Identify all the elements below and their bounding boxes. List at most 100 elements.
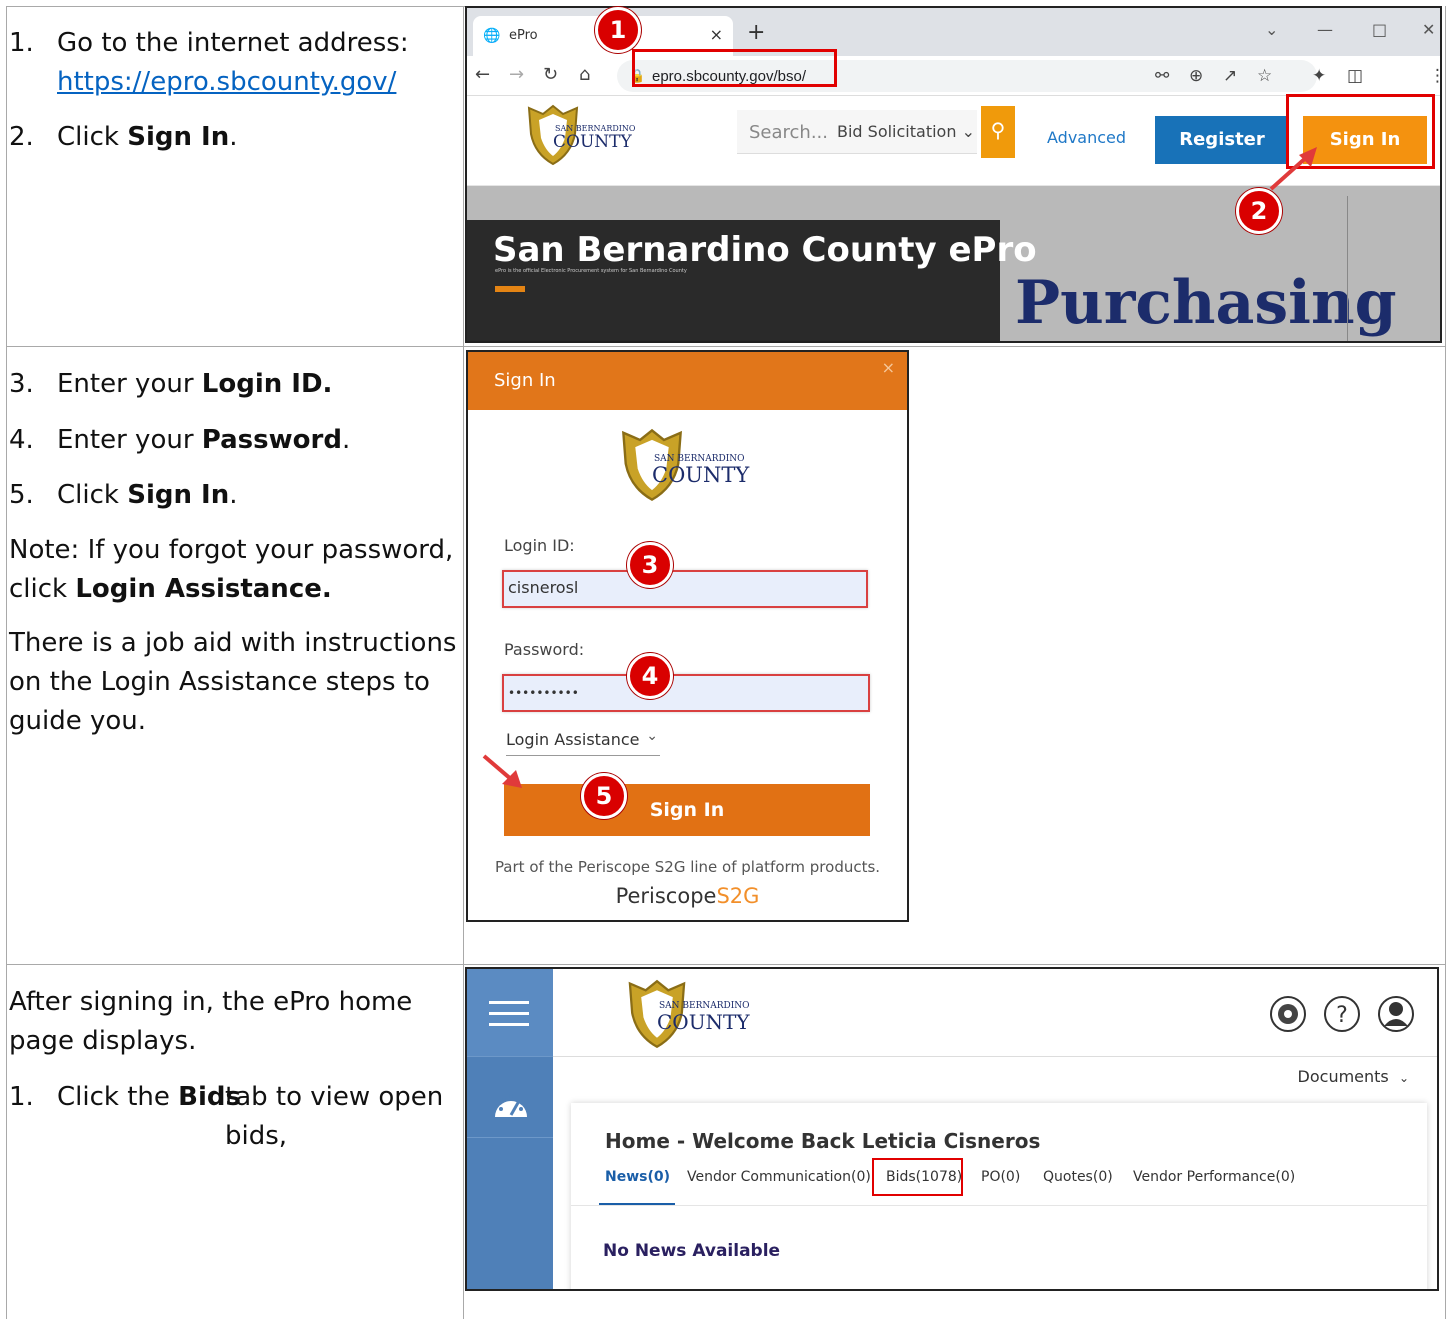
search-icon[interactable]: ⚲ bbox=[981, 106, 1015, 158]
step-2-row1: 2. Click Sign In. bbox=[9, 118, 237, 157]
epro-home-screenshot: SAN BERNARDINO COUNTY ? Documents ⌄ Home… bbox=[465, 967, 1439, 1291]
step-punct: . bbox=[341, 425, 351, 455]
step-text: tab to view open bids, bbox=[225, 1082, 444, 1151]
address-bar: ← → ↻ ⌂ 🔒 epro.sbcounty.gov/bso/ ⚯ ⊕ ↗ ☆… bbox=[467, 56, 1440, 96]
home-top-bar: SAN BERNARDINO COUNTY ? bbox=[553, 969, 1437, 1057]
url-highlight-box bbox=[632, 49, 837, 87]
table-border-left bbox=[6, 6, 7, 1319]
step-text: Enter your bbox=[57, 369, 202, 399]
step-1-row1: 1. Go to the internet address: bbox=[9, 24, 409, 63]
zoom-icon[interactable]: ⊕ bbox=[1189, 66, 1203, 86]
step-number: 5. bbox=[9, 480, 34, 510]
note-bold: Login Assistance. bbox=[75, 574, 332, 604]
login-id-field[interactable]: cisnerosl bbox=[502, 570, 868, 608]
tab-vendor-performance[interactable]: Vendor Performance(0) bbox=[1133, 1169, 1295, 1185]
page-title: Home - Welcome Back Leticia Cisneros bbox=[605, 1129, 1041, 1153]
user-avatar-icon[interactable] bbox=[1377, 995, 1415, 1033]
tabs-divider bbox=[571, 1205, 1427, 1206]
table-row-divider-2 bbox=[6, 964, 1446, 965]
chevron-down-icon: ⌄ bbox=[646, 728, 658, 744]
sidebar-divider bbox=[467, 1137, 553, 1138]
step-punct: . bbox=[229, 122, 238, 152]
hero-banner: San Bernardino County ePro ePro is the o… bbox=[467, 186, 1440, 341]
help-icon[interactable]: ? bbox=[1323, 995, 1361, 1033]
extensions-icon[interactable]: ✦ bbox=[1312, 66, 1326, 86]
periscope-brand-1: Periscope bbox=[615, 884, 717, 908]
step-bold: Login ID. bbox=[201, 369, 333, 399]
search-field[interactable]: Search... Bid Solicitation ⌄ bbox=[737, 110, 977, 154]
tab-news[interactable]: News(0) bbox=[605, 1169, 670, 1185]
login-assistance-label: Login Assistance bbox=[506, 730, 640, 749]
logo-big-text: COUNTY bbox=[657, 1010, 750, 1034]
step-number: 4. bbox=[9, 425, 34, 455]
marker-1: 1 bbox=[595, 7, 641, 53]
dashboard-gauge-icon[interactable] bbox=[491, 1087, 531, 1121]
back-icon[interactable]: ← bbox=[475, 64, 490, 85]
hero-title: San Bernardino County ePro bbox=[493, 230, 1037, 270]
hero-subtitle: ePro is the official Electronic Procurem… bbox=[495, 268, 687, 274]
globe-icon: 🌐 bbox=[483, 28, 501, 44]
hero-divider bbox=[1347, 196, 1348, 341]
step-bold: Sign In bbox=[127, 122, 230, 152]
table-row-divider-1 bbox=[6, 346, 1446, 347]
home-intro-paragraph: After signing in, the ePro home page dis… bbox=[9, 987, 413, 1056]
hero-purchasing-text: Purchasing bbox=[1015, 268, 1397, 338]
bookmark-star-icon[interactable]: ☆ bbox=[1257, 66, 1272, 86]
close-icon[interactable]: × bbox=[882, 358, 895, 377]
step-number: 1. bbox=[9, 28, 34, 58]
login-assistance-dropdown[interactable]: Login Assistance ⌄ bbox=[506, 728, 660, 756]
marker-5: 5 bbox=[581, 773, 627, 819]
tab-po[interactable]: PO(0) bbox=[981, 1169, 1020, 1185]
search-placeholder: Search... bbox=[749, 122, 829, 143]
step-number: 1. bbox=[9, 1082, 34, 1112]
password-field[interactable]: •••••••••• bbox=[502, 674, 870, 712]
county-logo: SAN BERNARDINO COUNTY bbox=[618, 428, 758, 504]
step-number: 2. bbox=[9, 122, 34, 152]
tab-quotes[interactable]: Quotes(0) bbox=[1043, 1169, 1113, 1185]
step-punct: . bbox=[229, 480, 238, 510]
modal-sign-in-button[interactable]: Sign In bbox=[504, 784, 870, 836]
epro-link[interactable]: https://epro.sbcounty.gov/ bbox=[57, 67, 396, 97]
tab-close-icon[interactable]: × bbox=[710, 25, 723, 44]
tab-title: ePro bbox=[509, 28, 538, 43]
hero-learn-more-button[interactable] bbox=[495, 286, 525, 292]
gear-icon[interactable] bbox=[1269, 995, 1307, 1033]
tab-vendor-communication[interactable]: Vendor Communication(0) bbox=[687, 1169, 871, 1185]
marker-3: 3 bbox=[627, 542, 673, 588]
login-id-label: Login ID: bbox=[504, 536, 575, 555]
share-icon[interactable]: ↗ bbox=[1223, 66, 1237, 86]
marker-4: 4 bbox=[627, 653, 673, 699]
documents-dropdown[interactable]: Documents ⌄ bbox=[1298, 1067, 1409, 1086]
step-text: Click bbox=[57, 122, 128, 152]
close-window-icon[interactable]: ✕ bbox=[1422, 20, 1435, 39]
forward-icon[interactable]: → bbox=[509, 64, 524, 85]
reload-icon[interactable]: ↻ bbox=[543, 64, 558, 85]
no-news-message: No News Available bbox=[603, 1241, 781, 1261]
county-logo: SAN BERNARDINO COUNTY bbox=[525, 104, 645, 166]
logo-big-text: COUNTY bbox=[553, 132, 632, 152]
hamburger-menu-icon[interactable] bbox=[489, 1001, 529, 1027]
tab-list-chevron-icon[interactable]: ⌄ bbox=[1265, 20, 1278, 39]
menu-dots-icon[interactable]: ⋮ bbox=[1429, 66, 1440, 86]
sidebar-top bbox=[467, 969, 553, 1057]
home-icon[interactable]: ⌂ bbox=[579, 64, 590, 85]
key-icon[interactable]: ⚯ bbox=[1155, 66, 1169, 86]
side-panel-icon[interactable]: ◫ bbox=[1347, 66, 1363, 86]
step-text: Click bbox=[57, 480, 128, 510]
table-border-right bbox=[1445, 6, 1446, 1319]
county-logo: SAN BERNARDINO COUNTY bbox=[625, 979, 765, 1051]
step-text: Enter your bbox=[57, 425, 202, 455]
maximize-icon[interactable]: □ bbox=[1372, 20, 1387, 39]
new-tab-icon[interactable]: + bbox=[747, 20, 765, 45]
search-category-select[interactable]: Bid Solicitation ⌄ bbox=[837, 122, 975, 141]
advanced-search-link[interactable]: Advanced bbox=[1047, 128, 1126, 147]
step-bold: Password bbox=[201, 425, 342, 455]
chevron-down-icon: ⌄ bbox=[1398, 1071, 1409, 1085]
svg-text:?: ? bbox=[1336, 1003, 1348, 1028]
step-bold: Sign In bbox=[127, 480, 230, 510]
periscope-logo: PeriscopeS2G bbox=[468, 884, 907, 908]
minimize-icon[interactable]: — bbox=[1317, 20, 1333, 39]
chevron-down-icon: ⌄ bbox=[961, 122, 975, 141]
job-aid-paragraph: There is a job aid with instructions on … bbox=[9, 628, 457, 736]
step-text: Click the bbox=[57, 1082, 179, 1112]
